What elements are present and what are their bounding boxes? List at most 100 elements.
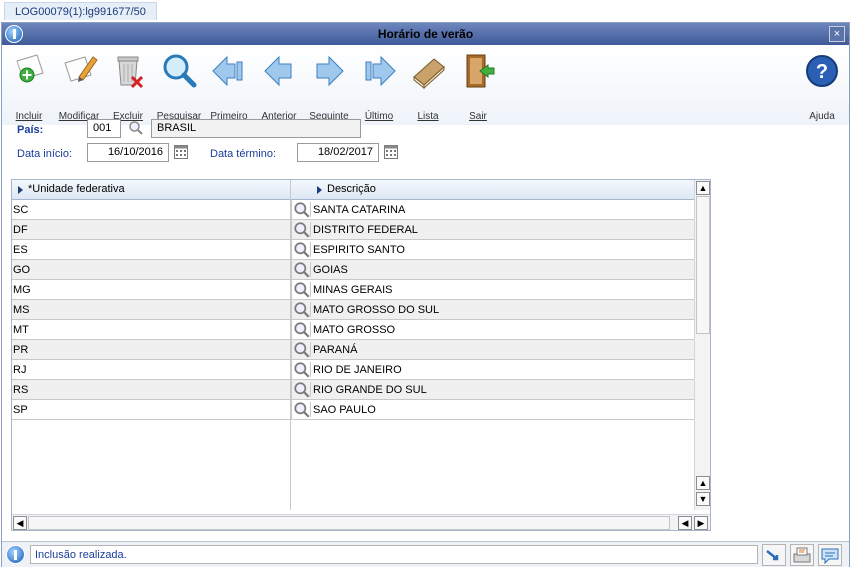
sair-button[interactable]: Sair: [454, 49, 502, 122]
pais-code-input[interactable]: 001: [87, 119, 121, 138]
status-bar: Inclusão realizada.: [2, 541, 849, 567]
cell-uf[interactable]: MT: [13, 324, 29, 336]
cell-uf[interactable]: PR: [13, 344, 28, 356]
status-chat-button[interactable]: [818, 544, 842, 566]
cell-descricao[interactable]: SANTA CATARINA: [310, 202, 405, 217]
row-lookup-button[interactable]: [291, 260, 311, 279]
cell-descricao[interactable]: DISTRITO FEDERAL: [310, 222, 418, 237]
modificar-button[interactable]: Modificar: [55, 49, 103, 122]
first-arrow-icon: [212, 55, 243, 87]
row-lookup-button[interactable]: [291, 220, 311, 239]
table-row[interactable]: DF DISTRITO FEDERAL: [12, 220, 694, 240]
data-inicio-label: Data início:: [17, 148, 73, 160]
cell-uf[interactable]: MS: [13, 304, 30, 316]
data-inicio-input[interactable]: 16/10/2016: [87, 143, 169, 162]
cell-uf[interactable]: DF: [13, 224, 28, 236]
cell-uf[interactable]: SP: [13, 404, 28, 416]
cell-descricao[interactable]: MATO GROSSO: [310, 322, 395, 337]
status-print-button[interactable]: [790, 544, 814, 566]
search-icon: [294, 302, 310, 318]
table-row[interactable]: SP SAO PAULO: [12, 400, 694, 420]
cell-descricao[interactable]: MINAS GERAIS: [310, 282, 392, 297]
column-header-descricao[interactable]: Descrição: [311, 180, 694, 200]
cell-descricao[interactable]: RIO GRANDE DO SUL: [310, 382, 427, 397]
scroll-up-button[interactable]: ▲: [696, 181, 710, 195]
table-row[interactable]: MS MATO GROSSO DO SUL: [12, 300, 694, 320]
table-row[interactable]: SC SANTA CATARINA: [12, 200, 694, 220]
table-row[interactable]: PR PARANÁ: [12, 340, 694, 360]
seguinte-button[interactable]: Seguinte: [305, 49, 353, 122]
table-row[interactable]: GO GOIAS: [12, 260, 694, 280]
column-header-uf[interactable]: *Unidade federativa: [12, 180, 291, 200]
horizontal-scroll-thumb[interactable]: [28, 516, 670, 530]
row-lookup-button[interactable]: [291, 400, 311, 419]
cell-uf[interactable]: RJ: [13, 364, 26, 376]
primeiro-button[interactable]: Primeiro: [205, 49, 253, 122]
ajuda-button[interactable]: ? Ajuda: [798, 49, 846, 122]
horizontal-scrollbar[interactable]: ◀ ◀ ▶: [12, 514, 710, 530]
table-row[interactable]: RS RIO GRANDE DO SUL: [12, 380, 694, 400]
cell-uf[interactable]: MG: [13, 284, 31, 296]
trash-icon: [117, 56, 144, 89]
grid-rows: SC SANTA CATARINA DF DISTRITO FEDERAL ES ESPI…: [12, 200, 694, 420]
row-lookup-button[interactable]: [291, 200, 311, 219]
table-row[interactable]: MT MATO GROSSO: [12, 320, 694, 340]
cell-uf[interactable]: ES: [13, 244, 28, 256]
scroll-down-button[interactable]: ▼: [696, 492, 710, 506]
grid-header: *Unidade federativa Descrição: [12, 180, 694, 200]
data-termino-label: Data término:: [210, 148, 277, 160]
row-lookup-button[interactable]: [291, 360, 311, 379]
close-window-button[interactable]: ×: [829, 26, 845, 42]
row-lookup-button[interactable]: [291, 280, 311, 299]
cell-descricao[interactable]: ESPIRITO SANTO: [310, 242, 405, 257]
data-termino-input[interactable]: 18/02/2017: [297, 143, 379, 162]
incluir-button[interactable]: Incluir: [5, 49, 53, 122]
ultimo-button[interactable]: Último: [355, 49, 403, 122]
page-tab[interactable]: LOG00079(1):lg991677/50: [4, 2, 157, 20]
uf-grid: *Unidade federativa Descrição SC SANTA CA…: [11, 179, 711, 531]
cell-descricao[interactable]: MATO GROSSO DO SUL: [310, 302, 439, 317]
search-icon: [294, 242, 310, 258]
last-arrow-icon: [365, 55, 396, 87]
cell-descricao[interactable]: RIO DE JANEIRO: [310, 362, 402, 377]
cell-descricao[interactable]: GOIAS: [310, 262, 348, 277]
status-link-button[interactable]: [762, 544, 786, 566]
pesquisar-button[interactable]: Pesquisar: [155, 49, 203, 122]
svg-text:?: ?: [816, 61, 828, 83]
table-row[interactable]: MG MINAS GERAIS: [12, 280, 694, 300]
cell-uf[interactable]: RS: [13, 384, 28, 396]
ajuda-label: Ajuda: [809, 111, 835, 122]
cell-descricao[interactable]: SAO PAULO: [310, 402, 376, 417]
cell-uf[interactable]: GO: [13, 264, 30, 276]
scroll-left-button[interactable]: ◀: [13, 516, 27, 530]
anterior-button[interactable]: Anterior: [255, 49, 303, 122]
table-row[interactable]: ES ESPIRITO SANTO: [12, 240, 694, 260]
edit-document-icon: [64, 56, 98, 82]
window-title: Horário de verão: [377, 27, 474, 41]
scroll-left-button-right[interactable]: ◀: [678, 516, 692, 530]
pais-search-icon[interactable]: [128, 120, 144, 136]
scroll-up-button-lower[interactable]: ▲: [696, 476, 710, 490]
cell-uf[interactable]: SC: [13, 204, 28, 216]
main-window: Horário de verão × Incluir Modificar Exc…: [1, 22, 850, 567]
table-row[interactable]: RJ RIO DE JANEIRO: [12, 360, 694, 380]
cell-descricao[interactable]: PARANÁ: [310, 342, 357, 357]
data-termino-calendar-icon[interactable]: [384, 145, 398, 159]
row-lookup-button[interactable]: [291, 380, 311, 399]
row-lookup-button[interactable]: [291, 300, 311, 319]
title-bar: Horário de verão ×: [2, 23, 849, 45]
vertical-scrollbar[interactable]: ▲ ▲ ▼: [694, 180, 710, 510]
help-icon: ?: [806, 55, 838, 87]
data-inicio-calendar-icon[interactable]: [174, 145, 188, 159]
lista-button[interactable]: Lista: [404, 49, 452, 122]
search-icon: [294, 262, 310, 278]
row-lookup-button[interactable]: [291, 240, 311, 259]
sair-label: Sair: [469, 111, 487, 122]
row-lookup-button[interactable]: [291, 320, 311, 339]
search-icon: [294, 342, 310, 358]
search-icon: [294, 222, 310, 238]
excluir-button[interactable]: Excluir: [104, 49, 152, 122]
row-lookup-button[interactable]: [291, 340, 311, 359]
vertical-scroll-thumb[interactable]: [696, 196, 710, 334]
scroll-right-button[interactable]: ▶: [694, 516, 708, 530]
